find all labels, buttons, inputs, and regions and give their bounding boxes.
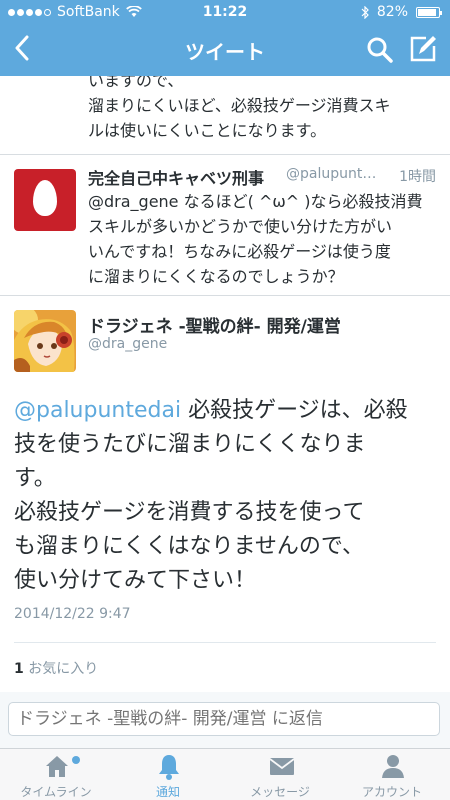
battery-percent: 82%	[376, 4, 408, 20]
tab-label: アカウント	[361, 785, 422, 799]
tweet-detail: いますので、 溜まりにくいほど、必殺技ゲージ消費スキ ルは使いにくいことになりま…	[0, 76, 450, 748]
tweet-text: @palupuntedai 必殺技ゲージは、必殺 技を使うたびに溜まりにくくなり…	[14, 394, 442, 598]
tab-messages[interactable]: メッセージ	[224, 749, 336, 800]
anime-character-avatar-icon	[14, 310, 76, 372]
tab-label: 通知	[155, 785, 180, 799]
new-items-dot	[72, 756, 80, 764]
tweet-line: も溜まりにくくはなりませんので、	[14, 534, 365, 559]
nav-bar: ツイート	[0, 24, 450, 76]
previous-tweet-line: 溜まりにくいほど、必殺技ゲージ消費スキ	[88, 96, 391, 115]
tab-timeline[interactable]: タイムライン	[0, 749, 112, 800]
egg-icon	[33, 180, 57, 216]
divider	[14, 642, 436, 643]
tweet-timestamp: 2014/12/22 9:47	[14, 606, 131, 622]
favorites-count[interactable]: 1 お気に入り	[14, 658, 98, 678]
bell-icon	[159, 755, 179, 780]
tab-account[interactable]: アカウント	[336, 749, 448, 800]
tweet-line: スキルが多いかどうかで使い分けた方がい	[88, 217, 393, 236]
tweet-text: @dra_gene なるほど( ^ω^ )なら必殺技消費 スキルが多いかどうかで…	[88, 189, 440, 289]
tweet-line: 使い分けてみて下さい！	[14, 568, 257, 593]
compose-icon	[410, 36, 436, 62]
tweet-author-handle: @palupunt…	[286, 166, 377, 182]
tweet-author-handle: @dra_gene	[88, 336, 168, 352]
tweet-line: いんですね！ちなみに必殺ゲージは使う度	[88, 242, 391, 261]
reply-bar	[0, 692, 450, 748]
favorites-number: 1	[14, 661, 24, 677]
tweet-line: 必殺技ゲージを消費する技を使って	[14, 500, 365, 525]
battery-icon	[416, 6, 442, 18]
favorites-label: お気に入り	[23, 661, 99, 677]
mention-link[interactable]: @palupuntedai	[14, 398, 181, 423]
main-tweet: ドラジェネ -聖戦の絆- 開発/運営 @dra_gene @palupunted…	[0, 296, 450, 748]
tweet-time: 1時間	[399, 169, 436, 185]
avatar[interactable]	[14, 310, 76, 372]
tab-bar: タイムライン 通知 メッセージ アカウント	[0, 748, 450, 800]
previous-tweet-line: いますので、	[88, 76, 184, 90]
tweet-author-name[interactable]: 完全自己中キャベツ刑事	[88, 165, 264, 189]
tweet-line: @palupuntedai 必殺技ゲージは、必殺	[14, 394, 442, 428]
tweet-line: に溜まりにくくなるのでしょうか？	[88, 267, 344, 286]
tweet-author-name[interactable]: ドラジェネ -聖戦の絆- 開発/運営	[88, 312, 341, 337]
compose-button[interactable]	[408, 34, 438, 64]
tweet-line-text: 必殺技ゲージは、必殺	[181, 398, 408, 423]
home-icon	[46, 756, 68, 777]
previous-tweet-line: ルは使いにくいことになります。	[88, 121, 327, 140]
tab-notifications[interactable]: 通知	[112, 749, 224, 800]
bluetooth-icon	[361, 5, 369, 19]
previous-tweet-text: いますので、 溜まりにくいほど、必殺技ゲージ消費スキ ルは使いにくいことになりま…	[88, 76, 438, 143]
search-button[interactable]	[366, 36, 394, 64]
tweet-line: す。	[14, 466, 56, 491]
tab-label: メッセージ	[250, 785, 310, 799]
status-right: 82%	[361, 4, 442, 20]
envelope-icon	[269, 758, 295, 775]
status-bar: SoftBank 11:22 82%	[0, 0, 450, 24]
avatar[interactable]	[14, 169, 76, 231]
top-bar: SoftBank 11:22 82% ツイート	[0, 0, 450, 76]
search-icon	[367, 37, 393, 63]
reply-input[interactable]	[8, 702, 440, 736]
tweet-line: 技を使うたびに溜まりにくくなりま	[14, 432, 366, 457]
previous-tweet[interactable]: いますので、 溜まりにくいほど、必殺技ゲージ消費スキ ルは使いにくいことになりま…	[0, 76, 450, 154]
tab-label: タイムライン	[20, 785, 92, 799]
person-icon	[382, 755, 404, 778]
reply-tweet[interactable]: 完全自己中キャベツ刑事 @palupunt… 1時間 @dra_gene なるほ…	[0, 155, 450, 295]
tweet-line: @dra_gene なるほど( ^ω^ )なら必殺技消費	[88, 192, 423, 211]
